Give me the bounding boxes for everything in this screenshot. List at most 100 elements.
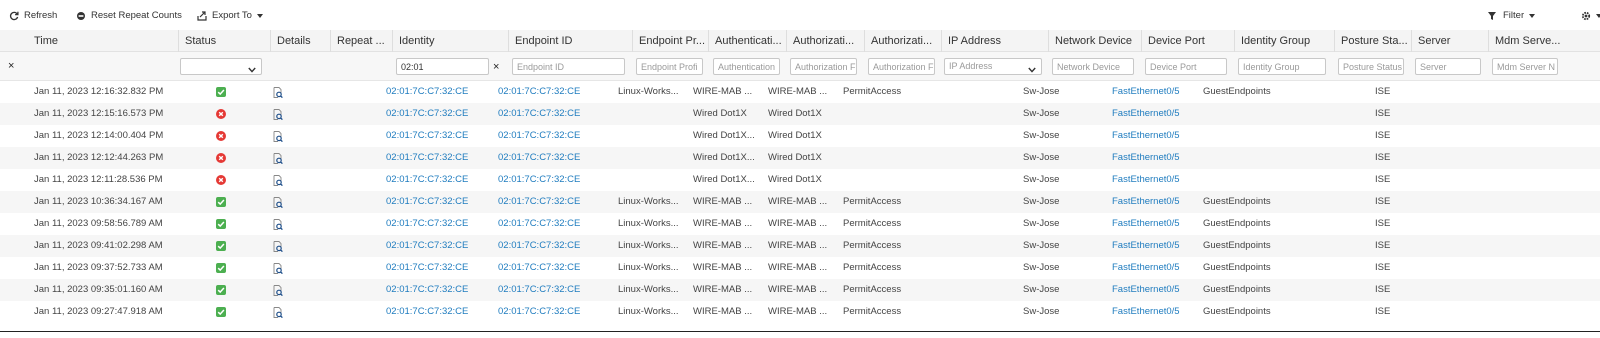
device-port-link[interactable]: FastEthernet0/5: [1112, 125, 1180, 147]
x-circle-icon: [216, 131, 226, 141]
posture-status-filter-input[interactable]: [1338, 58, 1404, 75]
network-device-cell: Sw-Jose: [1023, 284, 1060, 295]
endpoint-id-link[interactable]: 02:01:7C:C7:32:CE: [498, 279, 580, 301]
device-port-link[interactable]: FastEthernet0/5: [1112, 81, 1180, 103]
endpoint-profile-filter-input[interactable]: [636, 58, 703, 75]
network-device-filter-input[interactable]: [1052, 58, 1134, 75]
identity-group-filter-input[interactable]: [1238, 58, 1326, 75]
table-row[interactable]: Jan 11, 2023 12:15:16.573 PM 02:01:7C:C7:…: [0, 103, 1600, 125]
device-port-link[interactable]: FastEthernet0/5: [1112, 235, 1180, 257]
time-cell: Jan 11, 2023 09:35:01.160 AM: [34, 284, 163, 295]
column-header-time[interactable]: Time: [28, 30, 178, 52]
table-row[interactable]: Jan 11, 2023 12:16:32.832 PM 02:01:7C:C7:…: [0, 81, 1600, 103]
column-header-endpoint-id[interactable]: Endpoint ID: [508, 30, 632, 52]
filter-button[interactable]: Filter: [1488, 9, 1536, 22]
identity-link[interactable]: 02:01:7C:C7:32:CE: [386, 125, 468, 147]
details-magnifier-icon[interactable]: [273, 109, 283, 121]
column-header-identity-group[interactable]: Identity Group: [1234, 30, 1334, 52]
status-filter-select[interactable]: [180, 58, 262, 75]
identity-link[interactable]: 02:01:7C:C7:32:CE: [386, 257, 468, 279]
endpoint-id-link[interactable]: 02:01:7C:C7:32:CE: [498, 169, 580, 191]
identity-link[interactable]: 02:01:7C:C7:32:CE: [386, 169, 468, 191]
details-magnifier-icon[interactable]: [273, 87, 283, 99]
details-magnifier-icon[interactable]: [273, 153, 283, 165]
authentication-filter-input[interactable]: [713, 58, 780, 75]
column-header-server[interactable]: Server: [1411, 30, 1488, 52]
details-magnifier-icon[interactable]: [273, 241, 283, 253]
table-row[interactable]: Jan 11, 2023 12:14:00.404 PM 02:01:7C:C7:…: [0, 125, 1600, 147]
endpoint-id-link[interactable]: 02:01:7C:C7:32:CE: [498, 103, 580, 125]
device-port-link[interactable]: FastEthernet0/5: [1112, 191, 1180, 213]
device-port-link[interactable]: FastEthernet0/5: [1112, 103, 1180, 125]
clear-identity-filter-button[interactable]: ×: [493, 61, 499, 73]
table-row[interactable]: Jan 11, 2023 12:11:28.536 PM 02:01:7C:C7:…: [0, 169, 1600, 191]
details-magnifier-icon[interactable]: [273, 175, 283, 187]
details-magnifier-icon[interactable]: [273, 131, 283, 143]
table-row[interactable]: Jan 11, 2023 09:27:47.918 AM 02:01:7C:C7:…: [0, 301, 1600, 323]
details-magnifier-icon[interactable]: [273, 219, 283, 231]
server-filter-input[interactable]: [1415, 58, 1481, 75]
network-device-cell: Sw-Jose: [1023, 152, 1060, 163]
table-row[interactable]: Jan 11, 2023 09:35:01.160 AM 02:01:7C:C7:…: [0, 279, 1600, 301]
reset-repeat-counts-button[interactable]: Reset Repeat Counts: [76, 9, 182, 22]
column-header-device-port[interactable]: Device Port: [1141, 30, 1234, 52]
ip-address-filter-select[interactable]: IP Address: [944, 58, 1042, 75]
authorization-policy-filter-input[interactable]: [790, 58, 857, 75]
identity-group-cell: GuestEndpoints: [1203, 86, 1271, 97]
identity-link[interactable]: 02:01:7C:C7:32:CE: [386, 213, 468, 235]
device-port-link[interactable]: FastEthernet0/5: [1112, 301, 1180, 323]
endpoint-id-link[interactable]: 02:01:7C:C7:32:CE: [498, 125, 580, 147]
column-header-status[interactable]: Status: [178, 30, 270, 52]
endpoint-id-filter-input[interactable]: [512, 58, 625, 75]
identity-link[interactable]: 02:01:7C:C7:32:CE: [386, 103, 468, 125]
column-header-posture-status[interactable]: Posture Sta...: [1334, 30, 1411, 52]
device-port-filter-input[interactable]: [1145, 58, 1227, 75]
column-header-details[interactable]: Details: [270, 30, 330, 52]
export-to-button[interactable]: Export To: [197, 9, 263, 22]
details-magnifier-icon[interactable]: [273, 263, 283, 275]
identity-link[interactable]: 02:01:7C:C7:32:CE: [386, 81, 468, 103]
identity-filter-input[interactable]: [396, 58, 489, 75]
authorization-profile-filter-input[interactable]: [868, 58, 935, 75]
endpoint-profile-cell: Linux-Works...: [618, 218, 679, 229]
column-header-authentication[interactable]: Authenticati...: [708, 30, 786, 52]
clear-all-filters-button[interactable]: ×: [8, 60, 14, 72]
column-header-ip-address[interactable]: IP Address: [941, 30, 1048, 52]
device-port-link[interactable]: FastEthernet0/5: [1112, 279, 1180, 301]
endpoint-id-link[interactable]: 02:01:7C:C7:32:CE: [498, 213, 580, 235]
column-header-mdm-server[interactable]: Mdm Serve...: [1488, 30, 1564, 52]
identity-link[interactable]: 02:01:7C:C7:32:CE: [386, 191, 468, 213]
identity-link[interactable]: 02:01:7C:C7:32:CE: [386, 301, 468, 323]
mdm-server-filter-input[interactable]: [1492, 58, 1558, 75]
device-port-link[interactable]: FastEthernet0/5: [1112, 213, 1180, 235]
details-magnifier-icon[interactable]: [273, 197, 283, 209]
device-port-link[interactable]: FastEthernet0/5: [1112, 169, 1180, 191]
device-port-link[interactable]: FastEthernet0/5: [1112, 147, 1180, 169]
table-row[interactable]: Jan 11, 2023 09:37:52.733 AM 02:01:7C:C7:…: [0, 257, 1600, 279]
column-header-identity[interactable]: Identity: [392, 30, 508, 52]
column-header-authorization-policy[interactable]: Authorizati...: [786, 30, 864, 52]
column-header-endpoint-profile[interactable]: Endpoint Pr...: [632, 30, 708, 52]
refresh-button[interactable]: Refresh: [9, 9, 57, 22]
identity-link[interactable]: 02:01:7C:C7:32:CE: [386, 279, 468, 301]
identity-link[interactable]: 02:01:7C:C7:32:CE: [386, 147, 468, 169]
table-row[interactable]: Jan 11, 2023 09:58:56.789 AM 02:01:7C:C7:…: [0, 213, 1600, 235]
device-port-link[interactable]: FastEthernet0/5: [1112, 257, 1180, 279]
column-header-repeat[interactable]: Repeat ...: [330, 30, 392, 52]
endpoint-id-link[interactable]: 02:01:7C:C7:32:CE: [498, 301, 580, 323]
settings-button[interactable]: [1581, 9, 1600, 22]
column-header-network-device[interactable]: Network Device: [1048, 30, 1141, 52]
identity-link[interactable]: 02:01:7C:C7:32:CE: [386, 235, 468, 257]
filter-row: × × IP Address: [0, 52, 1600, 81]
column-header-authorization-profile[interactable]: Authorizati...: [864, 30, 941, 52]
endpoint-id-link[interactable]: 02:01:7C:C7:32:CE: [498, 191, 580, 213]
table-row[interactable]: Jan 11, 2023 09:41:02.298 AM 02:01:7C:C7:…: [0, 235, 1600, 257]
details-magnifier-icon[interactable]: [273, 285, 283, 297]
endpoint-id-link[interactable]: 02:01:7C:C7:32:CE: [498, 147, 580, 169]
table-row[interactable]: Jan 11, 2023 12:12:44.263 PM 02:01:7C:C7:…: [0, 147, 1600, 169]
details-magnifier-icon[interactable]: [273, 307, 283, 319]
table-row[interactable]: Jan 11, 2023 10:36:34.167 AM 02:01:7C:C7:…: [0, 191, 1600, 213]
endpoint-id-link[interactable]: 02:01:7C:C7:32:CE: [498, 257, 580, 279]
endpoint-id-link[interactable]: 02:01:7C:C7:32:CE: [498, 81, 580, 103]
endpoint-id-link[interactable]: 02:01:7C:C7:32:CE: [498, 235, 580, 257]
